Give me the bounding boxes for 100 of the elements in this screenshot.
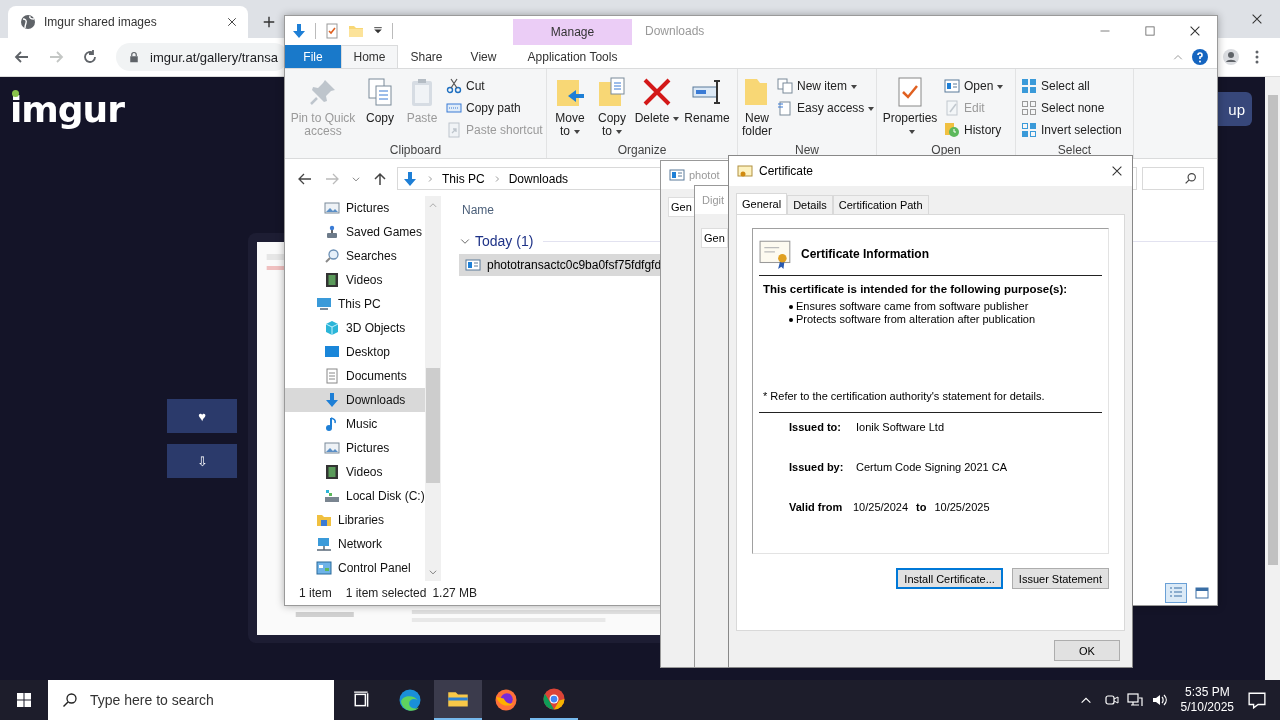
ribbon-button[interactable]: New folder	[741, 73, 773, 143]
nav-item[interactable]: Network	[285, 532, 425, 556]
nav-item[interactable]: 3D Objects	[285, 316, 425, 340]
path-icon	[446, 100, 462, 116]
download-arrow-icon	[402, 170, 418, 187]
ribbon-button[interactable]: Open	[944, 76, 1004, 96]
bullet-icon	[789, 304, 793, 309]
nav-item[interactable]: Desktop	[285, 340, 425, 364]
task-view-icon[interactable]	[353, 691, 371, 709]
nav-item[interactable]: Local Disk (C:)	[285, 484, 425, 508]
ribbon-button[interactable]: Select all	[1021, 76, 1122, 96]
ribbon-button[interactable]: Delete	[634, 73, 680, 143]
speaker-icon[interactable]	[1150, 692, 1167, 708]
search-field[interactable]	[1142, 167, 1204, 190]
nav-item[interactable]: This PC	[285, 292, 425, 316]
group-label: Organize	[616, 143, 668, 157]
manage-label: Manage	[550, 25, 595, 39]
large-icons-view-icon[interactable]	[1194, 585, 1210, 601]
certificate-icon	[737, 163, 753, 179]
search-icon	[62, 692, 78, 708]
dialog-tab[interactable]: Gen	[668, 197, 695, 217]
group-header[interactable]: Today (1)	[475, 233, 534, 249]
date-text: 5/10/2025	[1180, 700, 1234, 715]
file-menu-tab[interactable]: File	[285, 45, 341, 68]
nav-item[interactable]: Pictures	[285, 196, 425, 220]
chevron-down-icon	[428, 567, 438, 577]
breadcrumb-item[interactable]: This PC	[442, 171, 485, 186]
ribbon-button[interactable]: Invert selection	[1021, 120, 1122, 140]
ribbon-button[interactable]: Properties	[880, 73, 940, 143]
nav-item[interactable]: Videos	[285, 268, 425, 292]
ribbon-button[interactable]: Copy to	[592, 73, 632, 143]
profile-icon[interactable]	[1223, 49, 1239, 65]
camera-icon[interactable]	[1102, 692, 1119, 708]
ribbon-button[interactable]: History	[944, 120, 1004, 140]
back-arrow-icon[interactable]	[14, 49, 30, 65]
field-label: to	[916, 501, 927, 513]
clock[interactable]: 5:35 PM 5/10/2025	[1180, 685, 1234, 715]
new-tab-icon[interactable]	[262, 15, 276, 29]
monitor-icon	[316, 296, 332, 312]
dialog-tab[interactable]: Details	[787, 195, 833, 214]
dialog-button[interactable]: Issuer Statement	[1011, 568, 1109, 589]
ribbon-tab[interactable]: View	[455, 45, 512, 68]
checked-page-icon[interactable]	[324, 22, 340, 39]
group-label: Select	[1056, 143, 1093, 157]
nav-item[interactable]: Documents	[285, 364, 425, 388]
nav-item[interactable]: Pictures	[285, 436, 425, 460]
notifications-icon[interactable]	[1248, 691, 1266, 709]
picture-icon	[324, 440, 340, 456]
nav-item[interactable]: Downloads	[285, 388, 425, 412]
close-icon[interactable]	[1250, 12, 1264, 26]
purpose-text: Protects software from alteration after publication	[796, 313, 1036, 326]
like-button[interactable]: ♥	[167, 399, 237, 433]
ribbon-tab[interactable]: Home	[341, 45, 398, 68]
ribbon-button[interactable]: Select none	[1021, 98, 1122, 118]
sign-up-button[interactable]: up	[1218, 92, 1252, 126]
close-icon[interactable]	[1110, 164, 1124, 178]
dialog-tab[interactable]: Certification Path	[832, 195, 929, 214]
easy-access-icon	[777, 100, 793, 116]
column-header[interactable]: Name	[462, 203, 494, 217]
help-icon[interactable]	[1192, 48, 1208, 65]
ribbon-button[interactable]: Easy access	[777, 98, 875, 118]
download-arrow-icon[interactable]	[291, 22, 307, 39]
scrollbar[interactable]	[1265, 77, 1280, 680]
edit-icon	[944, 100, 960, 116]
ribbon-button[interactable]: Copy path	[446, 98, 543, 118]
ribbon-button[interactable]: Copy	[360, 73, 400, 143]
nav-item[interactable]: Saved Games	[285, 220, 425, 244]
nav-item[interactable]: Libraries	[285, 508, 425, 532]
ribbon-button[interactable]: Move to	[550, 73, 590, 143]
nav-item[interactable]: Music	[285, 412, 425, 436]
field-value: 10/25/2024	[853, 501, 909, 513]
reload-icon[interactable]	[82, 49, 98, 65]
ok-button[interactable]: OK	[1054, 640, 1120, 661]
ribbon-tab[interactable]: Application Tools	[513, 45, 632, 68]
breadcrumb-item[interactable]: Downloads	[508, 171, 569, 186]
history-icon	[944, 122, 960, 138]
nav-item[interactable]: Searches	[285, 244, 425, 268]
scrollbar[interactable]	[425, 196, 441, 581]
dialog-button[interactable]: Install Certificate...	[896, 568, 1003, 589]
ribbon-button[interactable]: Rename	[682, 73, 732, 143]
network-icon[interactable]	[1126, 692, 1143, 708]
drive-icon	[324, 488, 340, 504]
dialog-tab[interactable]: General	[736, 193, 788, 214]
browser-tab[interactable]: Imgur shared images	[8, 6, 248, 38]
search-field[interactable]: Type here to search	[48, 680, 334, 720]
nav-item[interactable]: Videos	[285, 460, 425, 484]
download-button[interactable]: ⇩	[167, 444, 237, 478]
close-icon[interactable]	[226, 16, 238, 28]
ribbon-button[interactable]: Cut	[446, 76, 543, 96]
windows-logo-icon[interactable]	[16, 692, 32, 708]
dialog-tab[interactable]: Gen	[701, 228, 728, 248]
ribbon-button[interactable]: New item	[777, 76, 875, 96]
site-logo[interactable]: imgur	[10, 88, 124, 130]
taskbar-app[interactable]	[434, 680, 482, 720]
control-panel-icon	[316, 560, 332, 576]
ribbon-tab[interactable]: Share	[398, 45, 455, 68]
up-arrow-icon[interactable]	[372, 170, 388, 187]
nav-item[interactable]: Control Panel	[285, 556, 425, 580]
scissors-icon	[446, 78, 462, 94]
field-label: Valid from	[789, 501, 844, 513]
